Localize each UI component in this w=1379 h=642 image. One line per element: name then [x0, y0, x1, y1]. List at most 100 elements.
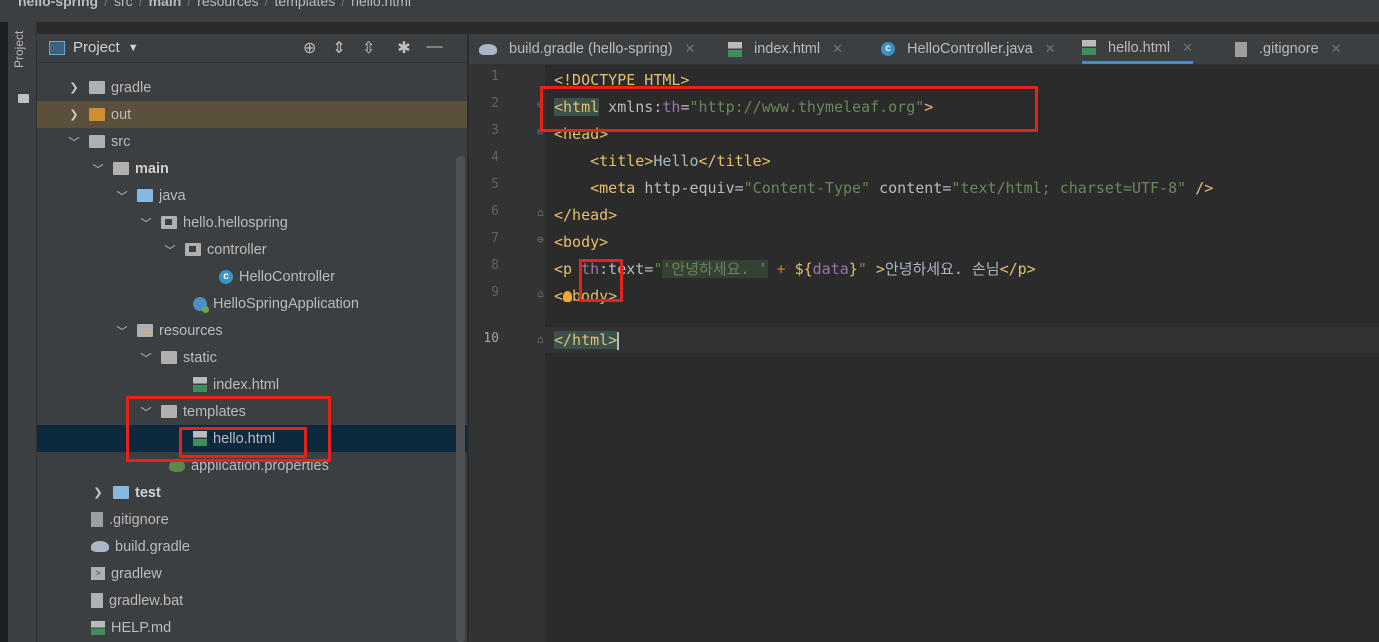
- chevron-down-icon[interactable]: ﹀: [91, 161, 105, 177]
- chevron-down-icon: ▼: [127, 41, 139, 54]
- tree-item-gradlew-bat[interactable]: gradlew.bat: [37, 587, 467, 614]
- gradle-icon: [91, 541, 109, 552]
- project-panel-toolbar: ⊕ ⇕ ⇳ ✱ —: [303, 38, 443, 58]
- resources-folder-icon: [137, 324, 153, 337]
- breadcrumb-item[interactable]: main: [149, 0, 182, 9]
- editor-tab-bar: build.gradle (hello-spring) ✕ index.html…: [469, 34, 1379, 65]
- code-line: <title>Hello</title>: [554, 148, 771, 174]
- folder-icon: [113, 162, 129, 175]
- html-file-icon: [728, 41, 742, 57]
- chevron-down-icon[interactable]: ﹀: [139, 350, 153, 366]
- gear-icon[interactable]: ✱: [397, 38, 410, 58]
- code-token: "text/html; charset=UTF-8": [951, 179, 1187, 197]
- tab-label: hello.html: [1108, 39, 1171, 56]
- annotation-box-html-xmlns: [540, 86, 1038, 132]
- folder-icon: [161, 351, 177, 364]
- code-line: <meta http-equiv="Content-Type" content=…: [554, 175, 1213, 201]
- chevron-down-icon[interactable]: ﹀: [115, 188, 129, 204]
- tree-item-gradlew[interactable]: > gradlew: [37, 560, 467, 587]
- breadcrumb-item[interactable]: resources: [197, 0, 258, 9]
- breadcrumb: hello-spring / src / main / resources / template…: [18, 0, 411, 9]
- tree-item-help-md[interactable]: HELP.md: [37, 614, 467, 641]
- chevron-down-icon[interactable]: ﹀: [163, 242, 177, 258]
- tree-item-label: hello.hellospring: [183, 214, 288, 231]
- expand-all-icon[interactable]: ⇕: [332, 38, 345, 58]
- folder-orange-icon: [89, 108, 105, 121]
- close-icon[interactable]: ✕: [1182, 40, 1193, 56]
- code-token: }: [848, 260, 858, 278]
- chevron-right-icon[interactable]: ❯: [91, 486, 105, 499]
- code-area[interactable]: <!DOCTYPE HTML> <html xmlns:th="http://w…: [469, 65, 1379, 642]
- folder-blue-icon: [137, 189, 153, 202]
- tab-hello-html[interactable]: hello.html ✕: [1082, 34, 1193, 64]
- tree-item-hellocontroller[interactable]: c HelloController: [37, 263, 467, 290]
- package-icon: [161, 216, 177, 229]
- project-panel: Project ▼ ⊕ ⇕ ⇳ ✱ — ❯ gradle ❯ out ﹀ src ﹀ m…: [37, 34, 467, 642]
- html-file-icon: [1082, 40, 1096, 55]
- project-scrollbar[interactable]: [456, 156, 465, 642]
- chevron-down-icon[interactable]: ﹀: [139, 215, 153, 231]
- code-line: <p th:text="'안녕하세요. ' + ${data}" >안녕하세요.…: [554, 256, 1036, 282]
- tree-item-label: main: [135, 160, 169, 177]
- package-icon: [185, 243, 201, 256]
- close-icon[interactable]: ✕: [832, 41, 843, 57]
- tree-item-test[interactable]: ❯ test: [37, 479, 467, 506]
- breadcrumb-separator: /: [264, 0, 269, 9]
- tab-index-html[interactable]: index.html ✕: [728, 34, 843, 64]
- tree-item-hellospringapplication[interactable]: HelloSpringApplication: [37, 290, 467, 317]
- annotation-box-th-prefix: [579, 259, 623, 302]
- chevron-right-icon[interactable]: ❯: [67, 108, 81, 121]
- close-icon[interactable]: ✕: [685, 41, 696, 57]
- close-icon[interactable]: ✕: [1331, 41, 1342, 57]
- tree-item-controller[interactable]: ﹀ controller: [37, 236, 467, 263]
- project-panel-title: Project: [73, 39, 120, 56]
- close-icon[interactable]: ✕: [1045, 41, 1056, 57]
- tree-item-src[interactable]: ﹀ src: [37, 128, 467, 155]
- tree-item-label: gradle: [111, 79, 152, 96]
- gitignore-icon: [91, 512, 103, 527]
- breadcrumb-item[interactable]: templates: [275, 0, 336, 9]
- locate-icon[interactable]: ⊕: [303, 38, 316, 58]
- tree-item-label: java: [159, 187, 186, 204]
- code-token: </head>: [554, 206, 618, 224]
- terminal-file-icon: >: [91, 567, 105, 580]
- tree-item-label: HELP.md: [111, 619, 172, 636]
- tab-gitignore[interactable]: .gitignore ✕: [1235, 34, 1342, 64]
- spring-app-icon: [193, 296, 209, 313]
- tree-item-out[interactable]: ❯ out: [37, 101, 467, 128]
- minimize-icon[interactable]: —: [427, 38, 443, 58]
- tree-item-java[interactable]: ﹀ java: [37, 182, 467, 209]
- breadcrumb-item[interactable]: src: [114, 0, 133, 9]
- code-editor[interactable]: 1 2 3 4 5 6 7 8 9 10 ⊖ ⊖ ⌂ ⊖ ⌂ ⌂ <!DOCTY…: [469, 65, 1379, 642]
- collapse-all-icon[interactable]: ⇳: [362, 38, 375, 58]
- tree-item-main[interactable]: ﹀ main: [37, 155, 467, 182]
- code-token: <title>: [590, 152, 654, 170]
- code-token: </html>: [554, 331, 618, 349]
- tab-label: build.gradle (hello-spring): [509, 41, 673, 57]
- tree-item-index-html[interactable]: index.html: [37, 371, 467, 398]
- chevron-down-icon[interactable]: ﹀: [115, 323, 129, 339]
- lightbulb-icon[interactable]: [563, 291, 573, 302]
- tree-item-static[interactable]: ﹀ static: [37, 344, 467, 371]
- folder-icon: [18, 94, 29, 103]
- code-token: "Content-Type": [743, 179, 871, 197]
- project-view-selector[interactable]: Project ▼: [49, 39, 139, 56]
- breadcrumb-item[interactable]: hello-spring: [18, 0, 98, 9]
- tab-hellocontroller-java[interactable]: c HelloController.java ✕: [881, 34, 1056, 64]
- project-tool-button[interactable]: Project: [12, 31, 26, 68]
- code-token: ": [857, 260, 867, 278]
- code-token: />: [1186, 179, 1214, 197]
- tree-item-label: index.html: [213, 376, 280, 393]
- tree-item-resources[interactable]: ﹀ resources: [37, 317, 467, 344]
- breadcrumb-item[interactable]: hello.html: [351, 0, 411, 9]
- file-icon: [91, 593, 103, 608]
- chevron-right-icon[interactable]: ❯: [67, 81, 81, 94]
- chevron-down-icon[interactable]: ﹀: [67, 134, 81, 150]
- tree-item-hello-hellospring[interactable]: ﹀ hello.hellospring: [37, 209, 467, 236]
- tree-item-gradle[interactable]: ❯ gradle: [37, 74, 467, 101]
- tree-item-build-gradle[interactable]: build.gradle: [37, 533, 467, 560]
- tab-build-gradle[interactable]: build.gradle (hello-spring) ✕: [479, 34, 696, 64]
- code-token: <body>: [554, 233, 609, 251]
- tree-item-gitignore[interactable]: .gitignore: [37, 506, 467, 533]
- tree-item-label: controller: [207, 241, 267, 258]
